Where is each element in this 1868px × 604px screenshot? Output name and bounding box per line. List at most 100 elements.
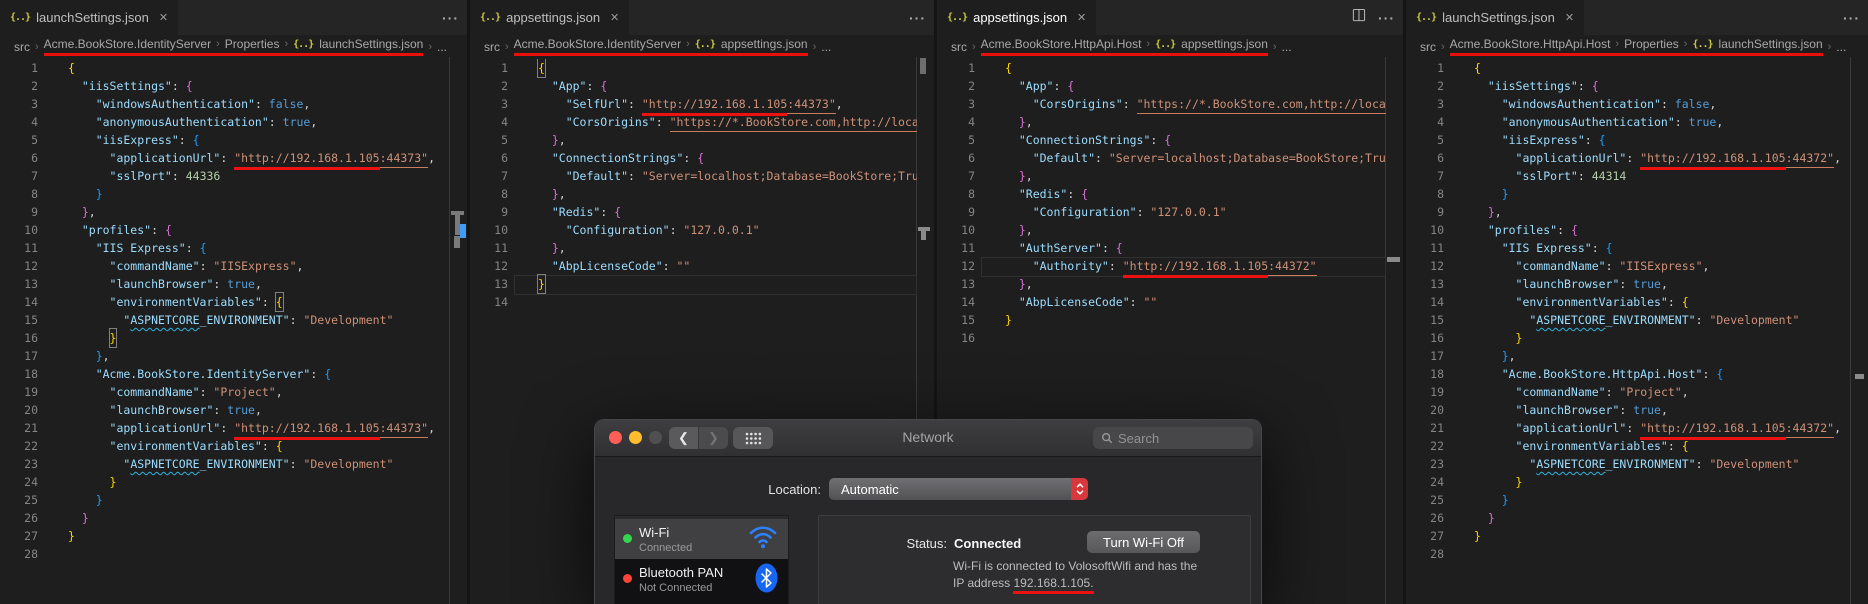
code-line[interactable]: 16 — [937, 329, 1386, 347]
breadcrumb[interactable]: src › Acme.BookStore.IdentityServer › {..} ap… — [470, 35, 934, 58]
tab-close-icon[interactable]: ✕ — [1565, 11, 1574, 24]
code-line[interactable]: 10 "profiles": { — [0, 221, 450, 239]
code-line[interactable]: 3 "windowsAuthentication": false, — [1406, 95, 1851, 113]
code-line[interactable]: 10 "profiles": { — [1406, 221, 1851, 239]
code-line[interactable]: 18 "Acme.BookStore.IdentityServer": { — [0, 365, 450, 383]
breadcrumb[interactable]: src › Acme.BookStore.IdentityServer › Proper… — [0, 35, 467, 58]
breadcrumb-segment[interactable]: src — [14, 40, 30, 54]
code-line[interactable]: 6 "applicationUrl": "http://192.168.1.10… — [1406, 149, 1851, 170]
tab-close-icon[interactable]: ✕ — [610, 11, 619, 24]
code-line[interactable]: 12 "commandName": "IISExpress", — [0, 257, 450, 275]
tab-appsettings.json[interactable]: {..} appsettings.json ✕ — [937, 0, 1097, 35]
turn-wifi-off-button[interactable]: Turn Wi-Fi Off — [1087, 531, 1200, 553]
code-line[interactable]: 2 "App": { — [470, 77, 917, 95]
code-line[interactable]: 8 } — [0, 185, 450, 203]
code-line[interactable]: 13 "launchBrowser": true, — [0, 275, 450, 293]
breadcrumb-segment[interactable]: launchSettings.json — [319, 37, 423, 51]
more-actions-button[interactable]: ··· — [442, 10, 459, 26]
breadcrumb-segment[interactable]: Acme.BookStore.HttpApi.Host — [1450, 37, 1611, 51]
code-line[interactable]: 13 }, — [937, 275, 1386, 293]
code-line[interactable]: 21 "applicationUrl": "http://192.168.1.1… — [1406, 419, 1851, 440]
breadcrumb-segment[interactable]: Acme.BookStore.HttpApi.Host — [981, 37, 1142, 51]
code-line[interactable]: 10 "Configuration": "127.0.0.1" — [470, 221, 917, 239]
split-editor-button[interactable] — [1351, 8, 1366, 28]
code-line[interactable]: 25 } — [1406, 491, 1851, 509]
code-line[interactable]: 8 "Redis": { — [937, 185, 1386, 203]
code-line[interactable]: 4 "anonymousAuthentication": true, — [1406, 113, 1851, 131]
tab-launchSettings.json[interactable]: {..} launchSettings.json ✕ — [0, 0, 179, 35]
code-line[interactable]: 3 "CorsOrigins": "https://*.BookStore.co… — [937, 95, 1386, 114]
code-line[interactable]: 18 "Acme.BookStore.HttpApi.Host": { — [1406, 365, 1851, 383]
code-line[interactable]: 14 — [470, 293, 917, 311]
code-line[interactable]: 2 "iisSettings": { — [0, 77, 450, 95]
code-line[interactable]: 9 }, — [0, 203, 450, 221]
code-line[interactable]: 1{ — [0, 59, 450, 77]
code-line[interactable]: 11 }, — [470, 239, 917, 257]
code-line[interactable]: 14 "AbpLicenseCode": "" — [937, 293, 1386, 311]
service-row-bluetooth[interactable]: Bluetooth PAN Not Connected — [615, 559, 788, 604]
code-line[interactable]: 14 "environmentVariables": { — [1406, 293, 1851, 311]
code-line[interactable]: 28 — [0, 545, 450, 563]
code-line[interactable]: 4 "CorsOrigins": "https://*.BookStore.co… — [470, 113, 917, 132]
code-line[interactable]: 26 } — [0, 509, 450, 527]
code-line[interactable]: 7 "sslPort": 44314 — [1406, 167, 1851, 185]
code-editor[interactable]: 1{2 "iisSettings": {3 "windowsAuthentica… — [1406, 59, 1851, 604]
breadcrumb-segment[interactable]: Acme.BookStore.IdentityServer — [514, 37, 681, 51]
tab-close-icon[interactable]: ✕ — [159, 11, 168, 24]
code-line[interactable]: 12 "Authority": "http://192.168.1.105:44… — [937, 257, 1386, 278]
code-line[interactable]: 7 "sslPort": 44336 — [0, 167, 450, 185]
breadcrumb-segment[interactable]: src — [1420, 40, 1436, 54]
code-line[interactable]: 4 }, — [937, 113, 1386, 131]
code-line[interactable]: 11 "AuthServer": { — [937, 239, 1386, 257]
breadcrumb[interactable]: src › Acme.BookStore.HttpApi.Host › {..} apps… — [937, 35, 1403, 58]
code-line[interactable]: 9 "Configuration": "127.0.0.1" — [937, 203, 1386, 221]
code-line[interactable]: 15} — [937, 311, 1386, 329]
overview-ruler[interactable] — [449, 57, 467, 604]
breadcrumb[interactable]: src › Acme.BookStore.HttpApi.Host › Properti… — [1406, 35, 1868, 58]
breadcrumb-segment[interactable]: ... — [1836, 40, 1846, 54]
window-titlebar[interactable]: ❮ ❯ Network Search — [595, 420, 1261, 457]
more-actions-button[interactable]: ··· — [1378, 10, 1395, 26]
breadcrumb-segment[interactable]: ... — [821, 40, 831, 54]
code-line[interactable]: 15 "ASPNETCORE_ENVIRONMENT": "Developmen… — [0, 311, 450, 329]
breadcrumb-segment[interactable]: ... — [437, 40, 447, 54]
code-line[interactable]: 1{ — [470, 59, 917, 78]
code-line[interactable]: 2 "App": { — [937, 77, 1386, 95]
code-line[interactable]: 24 } — [1406, 473, 1851, 491]
code-editor[interactable]: 1{2 "iisSettings": {3 "windowsAuthentica… — [0, 59, 450, 604]
code-line[interactable]: 4 "anonymousAuthentication": true, — [0, 113, 450, 131]
code-line[interactable]: 20 "launchBrowser": true, — [0, 401, 450, 419]
code-line[interactable]: 5 "iisExpress": { — [1406, 131, 1851, 149]
location-dropdown[interactable]: Automatic — [829, 478, 1088, 500]
breadcrumb-segment[interactable]: ... — [1282, 40, 1292, 54]
breadcrumb-segment[interactable]: appsettings.json — [1181, 37, 1268, 51]
code-line[interactable]: 12 "AbpLicenseCode": "" — [470, 257, 917, 275]
code-line[interactable]: 13} — [470, 274, 917, 294]
code-line[interactable]: 6 "ConnectionStrings": { — [470, 149, 917, 167]
more-actions-button[interactable]: ··· — [1843, 10, 1860, 26]
code-line[interactable]: 15 "ASPNETCORE_ENVIRONMENT": "Developmen… — [1406, 311, 1851, 329]
code-line[interactable]: 16 } — [0, 328, 450, 348]
code-line[interactable]: 3 "windowsAuthentication": false, — [0, 95, 450, 113]
code-line[interactable]: 1{ — [1406, 59, 1851, 77]
code-line[interactable]: 13 "launchBrowser": true, — [1406, 275, 1851, 293]
code-line[interactable]: 2 "iisSettings": { — [1406, 77, 1851, 95]
breadcrumb-segment[interactable]: src — [484, 40, 500, 54]
code-line[interactable]: 26 } — [1406, 509, 1851, 527]
code-line[interactable]: 12 "commandName": "IISExpress", — [1406, 257, 1851, 275]
code-line[interactable]: 24 } — [0, 473, 450, 491]
code-line[interactable]: 20 "launchBrowser": true, — [1406, 401, 1851, 419]
more-actions-button[interactable]: ··· — [909, 10, 926, 26]
code-line[interactable]: 6 "Default": "Server=localhost;Database=… — [937, 149, 1386, 167]
code-line[interactable]: 5 }, — [470, 131, 917, 149]
code-line[interactable]: 27} — [1406, 527, 1851, 545]
service-row-wifi[interactable]: Wi-Fi Connected — [615, 519, 788, 559]
pane-separator[interactable] — [467, 0, 470, 604]
overview-ruler[interactable] — [1385, 57, 1403, 604]
code-line[interactable]: 7 }, — [937, 167, 1386, 185]
breadcrumb-segment[interactable]: Properties — [1624, 37, 1679, 51]
code-line[interactable]: 17 }, — [1406, 347, 1851, 365]
tab-close-icon[interactable]: ✕ — [1077, 11, 1086, 24]
search-input[interactable]: Search — [1093, 427, 1253, 449]
code-line[interactable]: 19 "commandName": "Project", — [1406, 383, 1851, 401]
